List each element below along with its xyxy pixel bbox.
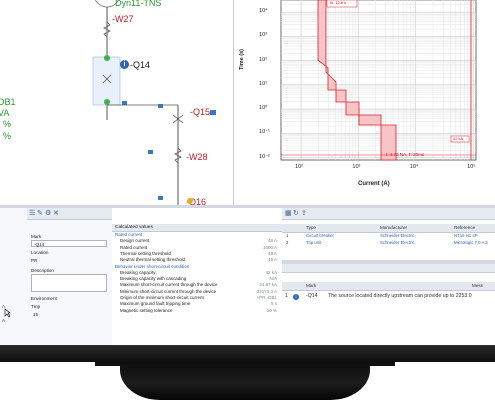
product-reference: NT16 H1 4P <box>454 233 478 238</box>
rated-current-section[interactable]: Rated current <box>115 232 142 237</box>
panel-db1-label: DB1 <box>0 97 16 107</box>
location-value[interactable]: PR <box>31 258 37 263</box>
x-tick-label: 10² <box>295 164 304 170</box>
y-tick-label: 10⁻² <box>259 153 270 160</box>
y-tick-label: 10³ <box>259 32 267 39</box>
temperature-label: Tmp <box>31 304 41 309</box>
calculated-header-bar: Calculated values <box>112 224 282 232</box>
right-panels: ▦ ↻ ⇪ Type Manufacturer Reference 1 Circu… <box>282 208 495 345</box>
application-window: Dyn11-TNS -W27 i -Q14 -Q15 -W28 -Q16 DB1… <box>0 0 495 345</box>
y-tick-label: 10⁻¹ <box>259 129 270 136</box>
properties-panel: ☰ ✎ ⚙ ✕ Mark -Q14 Location PR Descriptio… <box>27 208 113 345</box>
y-tick-label: 10¹ <box>259 80 267 87</box>
x-tick-label: 10⁴ <box>409 164 419 170</box>
calculated-header: Calculated values <box>115 225 153 230</box>
tcc-annotation-right: 42 kA <box>453 136 464 141</box>
left-partial-b: A <box>2 318 6 323</box>
schematic-canvas <box>92 0 216 205</box>
col-message[interactable]: Mess <box>472 282 483 290</box>
col-manufacturer[interactable]: Manufacturer <box>380 224 407 232</box>
product-manufacturer: Schneider Electric <box>380 239 415 245</box>
calculated-values-panel: Calculated values Rated current Design cu… <box>112 208 283 345</box>
mark-field[interactable]: -Q14 <box>31 240 107 247</box>
col-type[interactable]: Type <box>306 224 316 232</box>
monitor-bezel <box>0 345 495 362</box>
tcc-annotation-top: Ik: 12.8 k <box>330 0 347 5</box>
calculated-row-value: 10 % <box>266 307 277 313</box>
calculated-row-name: Magnetic setting tolerance <box>120 307 173 313</box>
info-icon: i <box>293 293 299 300</box>
x-tick-label: 10⁵ <box>467 164 476 170</box>
description-field[interactable] <box>31 274 107 292</box>
product-num: 2 <box>286 239 289 245</box>
product-type: Circuit breaker <box>306 233 334 238</box>
breaker-q14-label[interactable]: -Q14 <box>130 60 150 70</box>
cable-w28-label[interactable]: -W28 <box>186 152 208 162</box>
breaker-q15-label[interactable]: -Q15 <box>190 107 210 117</box>
panel-power-label: VA <box>0 108 10 118</box>
close-icon[interactable]: ✕ <box>53 210 60 217</box>
time-current-curve-view[interactable]: Time (s) 10⁴ 10³ 10² 10¹ 10⁰ 10⁻¹ 10⁻² 10² 10³ 1… <box>233 0 495 205</box>
y-tick-label: 10⁴ <box>259 8 268 15</box>
mark-label: Mark <box>31 234 42 239</box>
panel-pct-1: % <box>3 119 12 129</box>
short-circuit-section[interactable]: Behavior under short-circuit condition <box>115 264 189 269</box>
product-row[interactable]: 2 Trip unit Schneider Electric Micrologic 7… <box>282 240 495 246</box>
settings-icon[interactable]: ⚙ <box>45 210 52 217</box>
tcc-annotation-bottom: I: 4.70 NA, T: 20ms <box>386 152 425 157</box>
product-manufacturer: Schneider Electric <box>380 233 415 238</box>
mouse-cursor-icon <box>4 308 11 318</box>
bottom-panels: A A ☰ ✎ ⚙ ✕ Mark -Q14 Location PR Descri… <box>0 208 495 345</box>
description-label: Description <box>31 268 54 273</box>
export-icon[interactable]: ⇪ <box>301 210 308 217</box>
col-reference[interactable]: Reference <box>454 224 475 232</box>
calculated-row: Magnetic setting tolerance 10 % <box>112 308 280 314</box>
product-row[interactable]: 1 Circuit breaker Schneider Electric NT16 H… <box>282 233 495 239</box>
transformer-label: Dyn11-TNS <box>115 0 162 8</box>
calculated-row-value: 48 A <box>267 257 277 263</box>
refresh-icon[interactable]: ↻ <box>293 210 300 217</box>
product-reference: Micrologic 7.0 A 3 <box>454 239 488 245</box>
list-icon[interactable]: ☰ <box>29 210 36 217</box>
x-tick-label: 10³ <box>352 164 361 170</box>
left-edge-panel: A A <box>0 208 28 345</box>
message-mark: -Q14 <box>306 293 318 299</box>
y-tick-label: 10⁰ <box>259 105 268 112</box>
y-tick-label: 10² <box>259 56 267 63</box>
cable-w27-label[interactable]: -W27 <box>112 14 134 24</box>
product-type: Trip unit <box>306 239 322 245</box>
location-label: Location <box>31 250 49 255</box>
x-axis-label: Current (A) <box>358 181 390 187</box>
messages-header: Mark Mess <box>282 282 495 291</box>
product-num: 1 <box>286 233 289 238</box>
warning-icon <box>187 198 193 204</box>
products-toolbar: ▦ ↻ ⇪ <box>282 208 495 220</box>
environment-label: Environment <box>31 296 57 301</box>
y-axis-label: Time (s) <box>239 49 245 70</box>
message-num: 1 <box>285 293 288 299</box>
message-text: The source located directly upstream can… <box>328 293 472 299</box>
monitor-stand <box>120 362 370 400</box>
tcc-chart <box>280 0 477 161</box>
message-row[interactable]: 1 i -Q14 The source located directly upstre… <box>282 292 495 301</box>
products-header: Type Manufacturer Reference <box>282 224 495 233</box>
panel-pct-2: % <box>3 131 12 141</box>
schematic-view[interactable]: Dyn11-TNS -W27 i -Q14 -Q15 -W28 -Q16 DB1… <box>0 0 232 205</box>
edit-icon[interactable]: ✎ <box>37 210 44 217</box>
col-mark[interactable]: Mark <box>306 282 316 290</box>
messages-toolbar <box>282 264 495 273</box>
table-icon[interactable]: ▦ <box>285 210 292 217</box>
info-icon[interactable]: i <box>120 60 129 69</box>
properties-toolbar: ☰ ✎ ⚙ ✕ <box>27 208 112 220</box>
temperature-value[interactable]: 15 <box>33 312 38 317</box>
